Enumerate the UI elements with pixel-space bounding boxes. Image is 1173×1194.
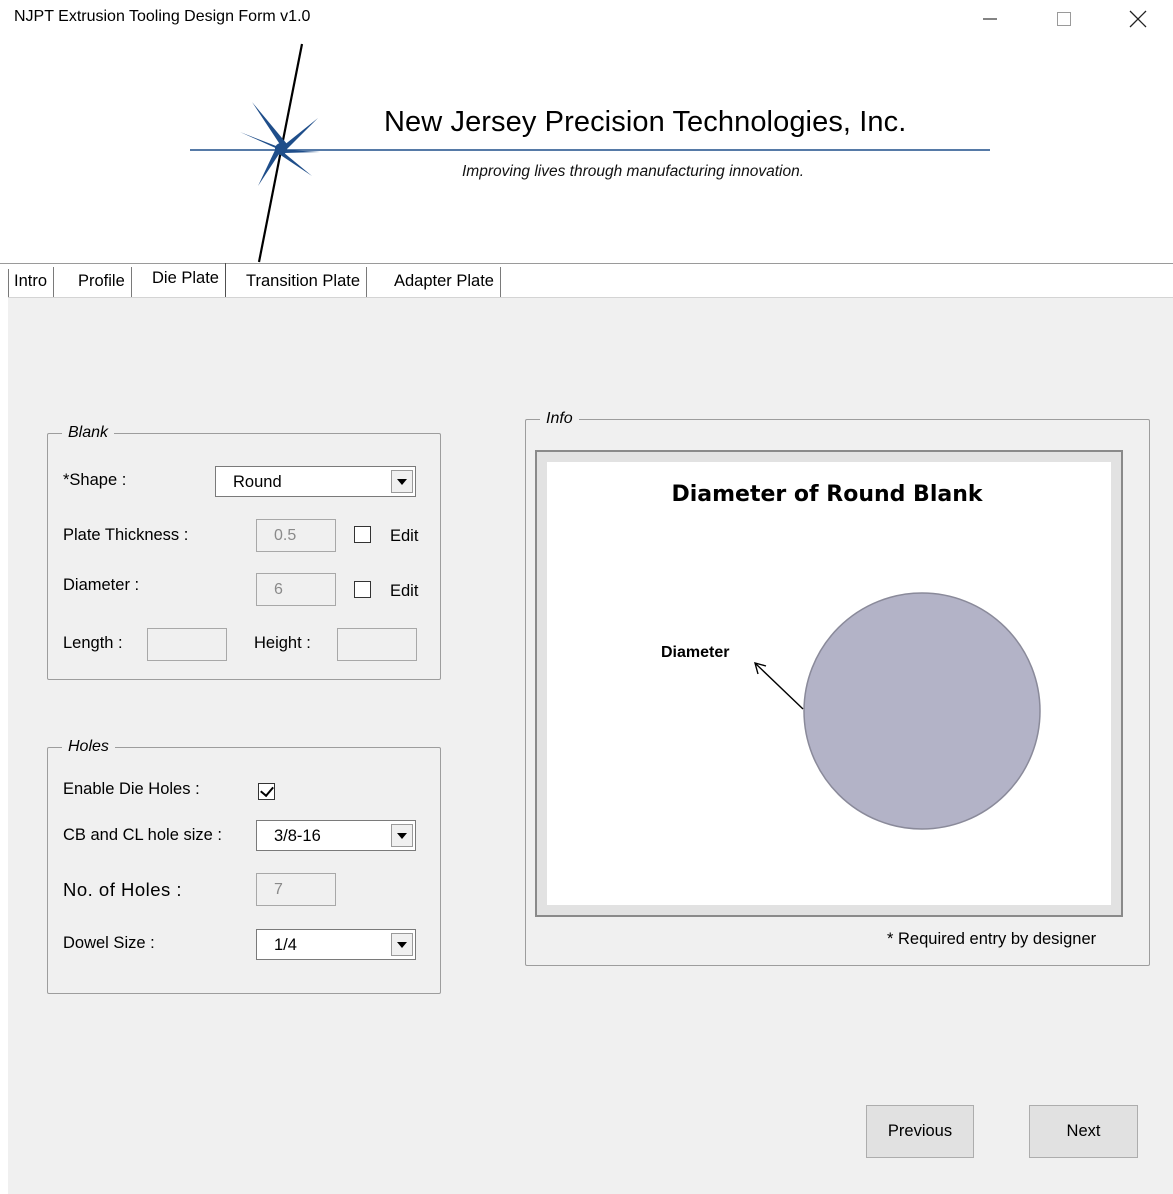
length-field[interactable]	[147, 628, 227, 661]
dowel-size-dropdown[interactable]: 1/4	[256, 929, 416, 960]
plate-thickness-edit-checkbox[interactable]	[354, 526, 371, 543]
minimize-button[interactable]	[962, 0, 1018, 38]
maximize-button[interactable]	[1036, 0, 1092, 38]
chevron-down-icon[interactable]	[391, 470, 413, 493]
diameter-edit-checkbox[interactable]	[354, 581, 371, 598]
shape-label: *Shape :	[63, 471, 127, 489]
shape-value: Round	[233, 473, 282, 491]
tab-profile[interactable]: Profile	[72, 267, 132, 297]
height-field[interactable]	[337, 628, 417, 661]
blank-circle	[803, 592, 1041, 830]
diameter-callout: Diameter	[661, 644, 730, 661]
dowel-size-value: 1/4	[274, 936, 297, 954]
shape-dropdown[interactable]: Round	[215, 466, 416, 497]
tab-transition-plate[interactable]: Transition Plate	[240, 267, 368, 297]
next-button[interactable]: Next	[1029, 1105, 1138, 1158]
blank-group-label: Blank	[62, 424, 115, 442]
minimize-icon	[983, 18, 997, 20]
hole-size-label: CB and CL hole size :	[63, 826, 222, 844]
height-label: Height :	[254, 634, 311, 652]
plate-thickness-field[interactable]: 0.5	[256, 519, 336, 552]
no-of-holes-label: No. of Holes :	[63, 879, 183, 900]
holes-group-label: Holes	[62, 738, 115, 756]
length-label: Length :	[63, 634, 123, 652]
info-image-frame: Diameter of Round Blank Diameter	[535, 450, 1123, 917]
diameter-field[interactable]: 6	[256, 573, 336, 606]
chevron-down-icon[interactable]	[391, 824, 413, 847]
title-bar: NJPT Extrusion Tooling Design Form v1.0	[0, 0, 1173, 40]
required-entry-note: * Required entry by designer	[887, 930, 1097, 948]
plate-thickness-edit-label: Edit	[390, 527, 419, 545]
tab-intro[interactable]: Intro	[8, 267, 55, 297]
tab-die-plate[interactable]: Die Plate	[146, 263, 226, 297]
plate-thickness-label: Plate Thickness :	[63, 526, 189, 544]
diagram-title: Diameter of Round Blank	[671, 482, 983, 507]
close-icon	[1129, 10, 1147, 28]
window-title: NJPT Extrusion Tooling Design Form v1.0	[14, 8, 311, 25]
no-of-holes-field[interactable]: 7	[256, 873, 336, 906]
info-diagram: Diameter of Round Blank Diameter	[547, 462, 1111, 905]
info-group-label: Info	[540, 410, 579, 428]
star-burst-logo-icon	[190, 43, 990, 263]
enable-die-holes-label: Enable Die Holes :	[63, 780, 200, 798]
dowel-size-label: Dowel Size :	[63, 934, 155, 952]
diameter-edit-label: Edit	[390, 582, 419, 600]
diameter-arrow	[755, 663, 804, 710]
company-header: New Jersey Precision Technologies, Inc. …	[0, 40, 1173, 264]
maximize-icon	[1057, 12, 1071, 26]
round-blank-diagram-icon	[754, 592, 1041, 830]
tab-strip: Intro Profile Die Plate Transition Plate…	[0, 263, 1173, 297]
chevron-down-icon[interactable]	[391, 933, 413, 956]
tab-adapter-plate[interactable]: Adapter Plate	[388, 267, 501, 297]
close-button[interactable]	[1110, 0, 1166, 38]
enable-die-holes-checkbox[interactable]	[258, 783, 275, 800]
company-tagline: Improving lives through manufacturing in…	[462, 163, 805, 180]
previous-button[interactable]: Previous	[866, 1105, 974, 1158]
hole-size-value: 3/8-16	[274, 827, 321, 845]
company-name: New Jersey Precision Technologies, Inc.	[384, 106, 907, 138]
diameter-label: Diameter :	[63, 576, 140, 594]
hole-size-dropdown[interactable]: 3/8-16	[256, 820, 416, 851]
